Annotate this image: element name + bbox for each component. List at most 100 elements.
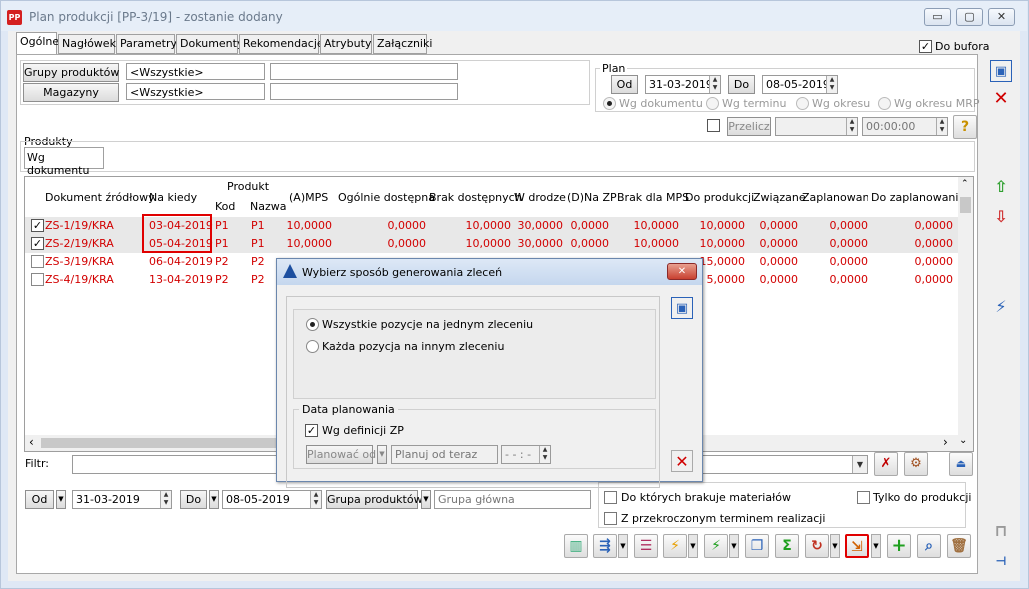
generate-zp-icon[interactable]: ⇲	[845, 534, 869, 558]
magazyny-field[interactable]: <Wszystkie>	[126, 83, 265, 100]
row-checkbox[interactable]	[31, 255, 44, 268]
row-checkbox[interactable]: ✓	[31, 219, 44, 232]
grupa-dropdown[interactable]: ▼	[421, 490, 431, 509]
tab-atrybuty[interactable]: Atrybuty	[320, 34, 372, 54]
przelicz-time[interactable]: 00:00:00 ▲ ▼	[862, 117, 948, 136]
bottom-do-dropdown[interactable]: ▼	[209, 490, 219, 509]
minimize-button[interactable]: ▭	[924, 8, 951, 26]
generate-dropdown[interactable]: ▼	[618, 534, 628, 558]
refresh-icon[interactable]: ↻	[805, 534, 829, 558]
przelicz-checkbox[interactable]	[707, 119, 720, 132]
przelicz-button[interactable]: Przelicz	[727, 117, 771, 136]
col-kod[interactable]: Kod	[215, 200, 235, 213]
col-na-zp[interactable]: (D)Na ZP	[567, 191, 617, 204]
sum-icon[interactable]: Σ	[775, 534, 799, 558]
bottom-do-button[interactable]: Do	[180, 490, 207, 509]
hscroll-thumb[interactable]	[41, 438, 281, 448]
lightning-orange-dropdown[interactable]: ▼	[688, 534, 698, 558]
trash-icon[interactable]: 🗑	[947, 534, 971, 558]
row-checkbox[interactable]	[31, 273, 44, 286]
do-bufora-checkbox[interactable]: ✓	[919, 40, 932, 53]
tab-ogolne[interactable]: Ogólne	[16, 32, 59, 56]
tab-naglowek[interactable]: Nagłówek	[58, 34, 116, 54]
close-button[interactable]: ✕	[988, 8, 1015, 26]
save-icon[interactable]: ▣	[990, 60, 1012, 82]
przekroczony-termin-checkbox[interactable]	[604, 512, 617, 525]
tab-rekomendacje[interactable]: Rekomendacje	[239, 34, 324, 54]
radio-each-separate[interactable]	[306, 340, 319, 353]
radio-wg-okresu-mrp[interactable]	[878, 97, 891, 110]
col-do-produkcji[interactable]: Do produkcji	[685, 191, 754, 204]
list-icon[interactable]: ☰	[634, 534, 658, 558]
filter-tool-icon[interactable]: ⚙	[904, 452, 928, 476]
chart-icon[interactable]: ▥	[564, 534, 588, 558]
upload-icon[interactable]: ⇧	[990, 176, 1012, 198]
add-icon[interactable]: +	[887, 534, 911, 558]
bottom-od-date[interactable]: 31-03-2019 ▲ ▼	[72, 490, 172, 509]
scroll-up-icon[interactable]: ⌃	[961, 179, 969, 189]
tab-zalaczniki[interactable]: Załączniki	[373, 34, 432, 54]
planuj-od-field[interactable]: Planuj od teraz	[391, 445, 498, 464]
lightning-orange-icon[interactable]: ⚡	[663, 534, 687, 558]
plan-od-button[interactable]: Od	[611, 75, 638, 94]
do-ktorych-brakuje-checkbox[interactable]	[604, 491, 617, 504]
radio-wg-okresu[interactable]	[796, 97, 809, 110]
search-icon[interactable]: ⌕	[917, 534, 941, 558]
download-icon[interactable]: ⇩	[990, 206, 1012, 228]
cancel-icon[interactable]: ✕	[990, 88, 1012, 110]
bottom-do-date[interactable]: 08-05-2019 ▲ ▼	[222, 490, 322, 509]
radio-all-one-order[interactable]	[306, 318, 319, 331]
tylko-do-produkcji-checkbox[interactable]	[857, 491, 870, 504]
scroll-down-icon[interactable]: ⌄	[959, 435, 967, 446]
radio-wg-dokumentu[interactable]	[603, 97, 616, 110]
vertical-scrollbar[interactable]: ⌃	[958, 177, 973, 435]
generate-zp-dropdown[interactable]: ▼	[871, 534, 881, 558]
tab-dokumenty[interactable]: Dokumenty	[176, 34, 243, 54]
lock-icon[interactable]: ⊓	[990, 520, 1012, 542]
tab-parametry[interactable]: Parametry	[116, 34, 177, 54]
col-brak[interactable]: Brak dostępnych	[429, 191, 522, 204]
col-brak-mps[interactable]: Brak dla MPS	[617, 191, 689, 204]
col-w-drodze[interactable]: W drodze	[514, 191, 566, 204]
planuj-time-field[interactable]: - - : - ▲ ▼	[501, 445, 551, 464]
grupy-produktow-field[interactable]: <Wszystkie>	[126, 63, 265, 80]
magazyny-extra[interactable]	[270, 83, 458, 100]
wg-definicji-checkbox[interactable]: ✓	[305, 424, 318, 437]
dialog-cancel-icon[interactable]: ✕	[671, 450, 693, 472]
plan-do-button[interactable]: Do	[728, 75, 755, 94]
przelicz-value[interactable]: ▲ ▼	[775, 117, 858, 136]
scroll-right-icon[interactable]: ›	[943, 435, 948, 449]
col-do-zaplanowania[interactable]: Do zaplanowania	[871, 191, 965, 204]
col-amps[interactable]: (A)MPS	[289, 191, 328, 204]
col-na-kiedy[interactable]: Na kiedy	[149, 191, 197, 204]
pin-icon[interactable]: ⊣	[990, 550, 1012, 572]
col-nazwa[interactable]: Nazwa	[250, 200, 286, 213]
lightning-blue-icon[interactable]: ⚡	[990, 296, 1012, 318]
maximize-button[interactable]: ▢	[956, 8, 983, 26]
bottom-od-dropdown[interactable]: ▼	[56, 490, 66, 509]
col-ogolnie[interactable]: Ogólnie dostępna	[338, 191, 435, 204]
scroll-thumb[interactable]	[960, 197, 971, 213]
planowac-dropdown[interactable]: ▼	[377, 445, 387, 464]
grupa-value[interactable]: Grupa główna	[434, 490, 591, 509]
grupa-produktow-button[interactable]: Grupa produktów	[326, 490, 423, 509]
grupy-produktow-extra[interactable]	[270, 63, 458, 80]
lightning-green-icon[interactable]: ⚡	[704, 534, 728, 558]
grupy-produktow-button[interactable]: Grupy produktów	[23, 63, 119, 82]
copy-icon[interactable]: ❐	[745, 534, 769, 558]
clear-filter-icon[interactable]: ✗	[874, 452, 898, 476]
plan-od-date[interactable]: 31-03-2019 ▲ ▼	[645, 75, 721, 94]
radio-wg-terminu[interactable]	[706, 97, 719, 110]
col-zaplanowana[interactable]: Zaplanowana	[802, 191, 868, 204]
lightning-green-dropdown[interactable]: ▼	[729, 534, 739, 558]
row-checkbox[interactable]: ✓	[31, 237, 44, 250]
dialog-save-icon[interactable]: ▣	[671, 297, 693, 319]
planowac-od-button[interactable]: Planować od	[306, 445, 376, 464]
help-icon[interactable]: ?	[953, 115, 977, 139]
bottom-od-button[interactable]: Od	[25, 490, 54, 509]
scroll-left-icon[interactable]: ‹	[29, 435, 34, 449]
col-dokument[interactable]: Dokument źródłowy	[45, 191, 155, 204]
plan-do-date[interactable]: 08-05-2019 ▲ ▼	[762, 75, 838, 94]
expand-filter-icon[interactable]: ⏏	[949, 452, 973, 476]
magazyny-button[interactable]: Magazyny	[23, 83, 119, 102]
